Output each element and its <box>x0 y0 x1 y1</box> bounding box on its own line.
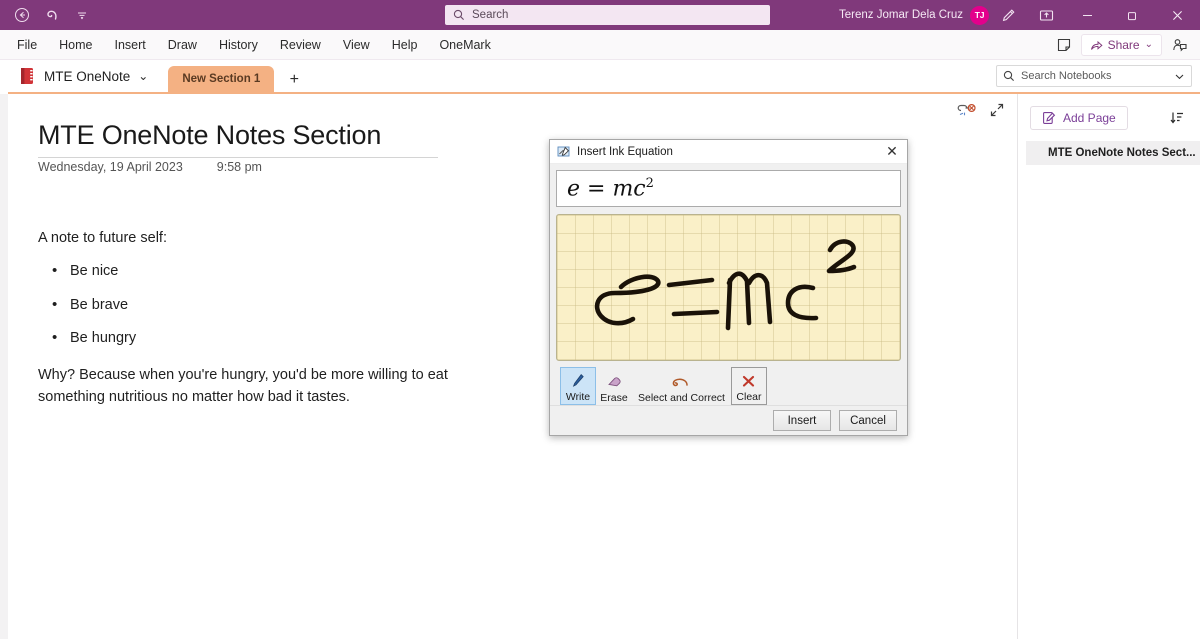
sort-icon[interactable] <box>1166 107 1188 129</box>
tab-help[interactable]: Help <box>381 30 429 60</box>
account-name[interactable]: Terenz Jomar Dela Cruz <box>839 9 963 21</box>
tab-view[interactable]: View <box>332 30 381 60</box>
note-body[interactable]: A note to future self: Be nice Be brave … <box>38 227 458 409</box>
add-page-label: Add Page <box>1063 111 1116 125</box>
tab-draw[interactable]: Draw <box>157 30 208 60</box>
insert-ink-equation-dialog: Insert Ink Equation ✕ e = mc2 <box>549 139 908 436</box>
notebook-icon <box>18 66 36 86</box>
pen-icon <box>570 371 586 389</box>
ribbon-tabs: File Home Insert Draw History Review Vie… <box>0 30 1200 60</box>
tab-home[interactable]: Home <box>48 30 103 60</box>
clear-tool-label: Clear <box>736 391 761 403</box>
quick-access-toolbar <box>0 2 96 28</box>
page-time[interactable]: 9:58 pm <box>217 160 262 174</box>
close-icon[interactable]: ✕ <box>877 140 907 164</box>
dialog-body: e = mc2 <box>550 164 907 405</box>
search-box[interactable]: Search <box>445 5 770 25</box>
chevron-down-icon[interactable]: ⌄ <box>138 72 148 80</box>
notebook-bar: MTE OneNote ⌄ New Section 1 + Search Not… <box>0 60 1200 92</box>
ink-equation-icon <box>557 145 571 159</box>
onenote-window: MTE OneNote Notes Section - OneNote Sear… <box>0 0 1200 639</box>
equation-exponent: 2 <box>646 176 654 191</box>
page-tools <box>957 102 1005 123</box>
handwritten-equation-strokes <box>557 215 901 360</box>
note-intro: A note to future self: <box>38 227 458 249</box>
titlebar-right-group: Terenz Jomar Dela Cruz TJ <box>839 0 1200 30</box>
person-comment-icon[interactable] <box>1164 32 1194 58</box>
back-circle-icon[interactable] <box>8 2 36 28</box>
erase-tool-label: Erase <box>600 392 627 404</box>
equation-preview: e = mc2 <box>556 170 901 207</box>
minimize-button[interactable] <box>1065 0 1110 30</box>
equation-preview-text: e = mc2 <box>567 176 654 201</box>
select-and-correct-tool-button[interactable]: Select and Correct <box>632 367 731 405</box>
clear-tool-button[interactable]: Clear <box>731 367 767 405</box>
add-section-button[interactable]: + <box>277 68 311 92</box>
pen-icon[interactable] <box>989 0 1027 30</box>
chevron-down-icon <box>1174 71 1185 82</box>
tab-review[interactable]: Review <box>269 30 332 60</box>
pages-pane-header: Add Page <box>1018 94 1200 130</box>
notebook-selector[interactable]: MTE OneNote ⌄ <box>0 60 162 92</box>
ink-toolbar: Write Erase Select and Correct <box>556 361 901 405</box>
list-item: Be hungry <box>38 327 458 349</box>
dialog-footer: Insert Cancel <box>550 405 907 435</box>
eraser-icon <box>605 372 623 390</box>
title-bar: MTE OneNote Notes Section - OneNote Sear… <box>0 0 1200 30</box>
search-notebooks-input[interactable]: Search Notebooks <box>996 65 1192 87</box>
note-paragraph: Why? Because when you're hungry, you'd b… <box>38 364 458 409</box>
notebook-name: MTE OneNote <box>44 69 130 84</box>
write-tool-label: Write <box>566 391 590 403</box>
edit-page-icon <box>1042 111 1056 125</box>
note-bullet-list: Be nice Be brave Be hungry <box>38 260 458 349</box>
share-button[interactable]: Share ⌄ <box>1081 34 1162 56</box>
search-icon <box>1003 70 1015 82</box>
unlink-icon[interactable] <box>957 102 977 123</box>
page-list-item[interactable]: MTE OneNote Notes Sect... <box>1026 141 1200 165</box>
screen-share-icon[interactable] <box>1027 0 1065 30</box>
dialog-title: Insert Ink Equation <box>577 146 871 158</box>
insert-button[interactable]: Insert <box>773 410 831 431</box>
cancel-button[interactable]: Cancel <box>839 410 897 431</box>
list-item: Be brave <box>38 294 458 316</box>
sticky-note-icon[interactable] <box>1049 32 1079 58</box>
tab-onemark[interactable]: OneMark <box>428 30 501 60</box>
left-rail <box>0 94 8 639</box>
pages-pane: Add Page MTE OneNote Notes Sect... <box>1018 94 1200 639</box>
red-x-icon <box>740 371 757 389</box>
tab-file[interactable]: File <box>6 30 48 60</box>
write-tool-button[interactable]: Write <box>560 367 596 405</box>
erase-tool-button[interactable]: Erase <box>596 367 632 405</box>
share-label: Share <box>1108 38 1140 52</box>
dialog-title-bar: Insert Ink Equation ✕ <box>550 140 907 164</box>
search-notebooks-placeholder: Search Notebooks <box>1021 70 1168 82</box>
customize-quick-access-icon[interactable] <box>68 2 96 28</box>
page-title[interactable]: MTE OneNote Notes Section <box>38 120 381 151</box>
add-page-button[interactable]: Add Page <box>1030 106 1128 130</box>
restore-button[interactable] <box>1110 0 1155 30</box>
chevron-down-icon[interactable]: ⌄ <box>1145 42 1153 48</box>
tab-insert[interactable]: Insert <box>104 30 157 60</box>
search-icon <box>453 9 465 21</box>
tab-history[interactable]: History <box>208 30 269 60</box>
close-button[interactable] <box>1155 0 1200 30</box>
avatar[interactable]: TJ <box>970 6 989 25</box>
equation-base: e = mc <box>567 176 646 201</box>
ink-canvas[interactable] <box>556 214 901 361</box>
select-and-correct-label: Select and Correct <box>638 392 725 404</box>
share-icon <box>1090 39 1103 52</box>
page-meta: Wednesday, 19 April 2023 9:58 pm <box>38 160 262 174</box>
expand-diagonal-icon[interactable] <box>989 102 1005 123</box>
title-divider <box>38 157 438 158</box>
search-placeholder: Search <box>472 9 508 21</box>
section-tab-new-section-1[interactable]: New Section 1 <box>168 66 274 92</box>
list-item: Be nice <box>38 260 458 282</box>
page-date[interactable]: Wednesday, 19 April 2023 <box>38 160 183 174</box>
undo-icon[interactable] <box>38 2 66 28</box>
ribbon-right-group: Share ⌄ <box>1049 30 1194 60</box>
lasso-icon <box>670 372 692 390</box>
